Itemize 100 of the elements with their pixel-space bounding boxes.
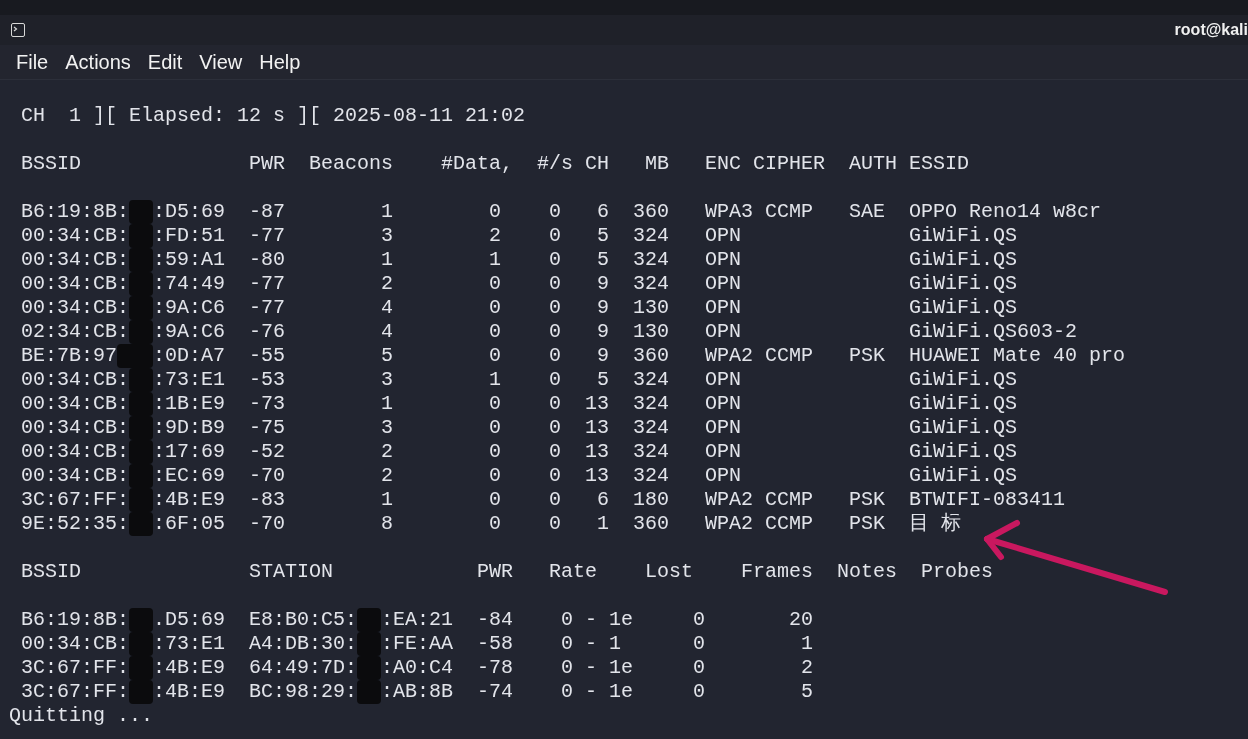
bssid-end: :4B:E9 xyxy=(153,656,226,680)
bssid-start: 00:34:CB: xyxy=(21,392,130,416)
auth-value: PSK xyxy=(849,512,886,535)
cipher-value: CCMP xyxy=(765,488,814,511)
column-header: MB xyxy=(645,152,670,175)
redaction-bar xyxy=(129,608,153,632)
rate-per-second-value: 0 xyxy=(549,368,562,391)
essid-value: GiWiFi.QS xyxy=(909,464,1018,487)
channel-value: 9 xyxy=(597,344,610,367)
pwr-value: -84 xyxy=(477,608,514,631)
bssid-start: 00:34:CB: xyxy=(21,296,130,320)
menu-item[interactable]: Help xyxy=(259,52,301,72)
menu-item[interactable]: Actions xyxy=(65,52,131,72)
essid-value: GiWiFi.QS603-2 xyxy=(909,320,1078,343)
bssid-end: :6F:05 xyxy=(153,512,226,536)
auth-value: PSK xyxy=(849,488,886,511)
beacons-value: 1 xyxy=(381,488,394,511)
enc-value: OPN xyxy=(705,248,742,271)
channel-value: 13 xyxy=(585,416,610,439)
data-value: 0 xyxy=(489,416,502,439)
essid-value: HUAWEI Mate 40 pro xyxy=(909,344,1126,367)
essid-value: GiWiFi.QS xyxy=(909,296,1018,319)
channel-value: 1 xyxy=(597,512,610,535)
mb-value: 360 xyxy=(633,344,670,367)
bssid-end: :9D:B9 xyxy=(153,416,226,440)
redaction-bar xyxy=(129,680,153,704)
essid-value: GiWiFi.QS xyxy=(909,272,1018,295)
column-header: STATION xyxy=(249,560,334,583)
enc-value: WPA3 xyxy=(705,200,754,223)
beacons-value: 4 xyxy=(381,320,394,343)
menu-item[interactable]: File xyxy=(16,52,49,72)
channel-value: 5 xyxy=(597,248,610,271)
frames-value: 20 xyxy=(789,608,814,631)
data-value: 0 xyxy=(489,200,502,223)
bssid-end: :0D:A7 xyxy=(153,344,226,368)
mb-value: 324 xyxy=(633,272,670,295)
column-header: Lost xyxy=(645,560,694,583)
pwr-value: -76 xyxy=(249,320,286,343)
column-header: PWR xyxy=(249,152,286,175)
column-header: ENC xyxy=(705,152,742,175)
lost-value: 0 xyxy=(693,656,706,679)
lost-value: 0 xyxy=(693,680,706,703)
quit-message: Quitting ... xyxy=(9,704,154,727)
data-value: 0 xyxy=(489,320,502,343)
beacons-value: 1 xyxy=(381,392,394,415)
channel-value: 13 xyxy=(585,464,610,487)
lost-value: 0 xyxy=(693,632,706,655)
data-value: 0 xyxy=(489,392,502,415)
pwr-value: -55 xyxy=(249,344,286,367)
mb-value: 324 xyxy=(633,224,670,247)
data-value: 1 xyxy=(489,248,502,271)
station-end: :EA:21 xyxy=(381,608,454,632)
data-value: 0 xyxy=(489,344,502,367)
pwr-value: -73 xyxy=(249,392,286,415)
channel-value: 13 xyxy=(585,440,610,463)
menu-item[interactable]: Edit xyxy=(147,52,183,72)
rate-per-second-value: 0 xyxy=(549,512,562,535)
column-header: #Data, xyxy=(441,152,514,175)
channel-value: 13 xyxy=(585,392,610,415)
pwr-value: -75 xyxy=(249,416,286,439)
enc-value: OPN xyxy=(705,392,742,415)
beacons-value: 3 xyxy=(381,416,394,439)
data-value: 1 xyxy=(489,368,502,391)
auth-value: SAE xyxy=(849,200,886,223)
mb-value: 360 xyxy=(633,512,670,535)
rate-per-second-value: 0 xyxy=(549,344,562,367)
pwr-value: -87 xyxy=(249,200,286,223)
bssid-end: :EC:69 xyxy=(153,464,226,488)
beacons-value: 1 xyxy=(381,200,394,223)
column-header: PWR xyxy=(477,560,514,583)
bssid-start: 3C:67:FF: xyxy=(21,680,130,704)
mb-value: 130 xyxy=(633,296,670,319)
rate-per-second-value: 0 xyxy=(549,320,562,343)
bssid-start: 00:34:CB: xyxy=(21,440,130,464)
bssid-start: 00:34:CB: xyxy=(21,416,130,440)
enc-value: OPN xyxy=(705,464,742,487)
pwr-value: -70 xyxy=(249,512,286,535)
station-end: :A0:C4 xyxy=(381,656,454,680)
bssid-start: 00:34:CB: xyxy=(21,272,130,296)
menu-item[interactable]: View xyxy=(199,52,243,72)
data-value: 0 xyxy=(489,512,502,535)
essid-value: GiWiFi.QS xyxy=(909,368,1018,391)
data-value: 0 xyxy=(489,296,502,319)
pwr-value: -74 xyxy=(477,680,514,703)
channel-value: 5 xyxy=(597,224,610,247)
rate-value: 0 - 1e xyxy=(561,608,634,631)
rate-value: 0 - 1 xyxy=(561,632,622,655)
column-header: CH xyxy=(585,152,610,175)
window-title: root@kali xyxy=(1174,20,1248,40)
bssid-end: :59:A1 xyxy=(153,248,226,272)
beacons-value: 4 xyxy=(381,296,394,319)
bssid-end: :73:E1 xyxy=(153,632,226,656)
pwr-value: -53 xyxy=(249,368,286,391)
bssid-end: :D5:69 xyxy=(153,200,226,224)
bssid-end: :17:69 xyxy=(153,440,226,464)
enc-value: OPN xyxy=(705,320,742,343)
enc-value: WPA2 xyxy=(705,512,754,535)
bssid-start: B6:19:8B: xyxy=(21,200,130,224)
column-header: AUTH xyxy=(849,152,898,175)
essid-value: 目 标 xyxy=(909,512,962,535)
